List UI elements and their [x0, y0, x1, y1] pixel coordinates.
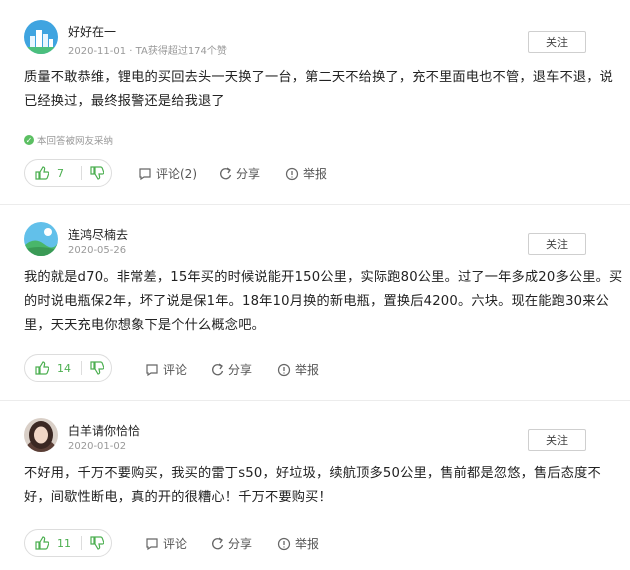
avatar[interactable] — [24, 418, 58, 452]
answer-card: 白羊请你恰恰 2020-01-02 关注 不好用，千万不要购买，我买的雷丁s50… — [0, 0, 630, 570]
vote-group: 11 — [24, 529, 112, 557]
upvote-count: 11 — [57, 536, 71, 550]
comment-icon — [146, 537, 158, 550]
upvote-button[interactable]: 11 — [25, 530, 81, 556]
thumbs-down-icon — [89, 536, 104, 550]
answer-meta: 2020-01-02 — [68, 441, 127, 452]
answer-content: 不好用，千万不要购买，我买的雷丁s50，好垃圾，续航顶多50公里，售前都是忽悠，… — [24, 466, 601, 505]
follow-button[interactable]: 关注 — [528, 429, 586, 451]
share-icon — [212, 536, 224, 549]
downvote-button[interactable] — [82, 530, 111, 556]
share-label: 分享 — [228, 537, 253, 551]
report-label: 举报 — [295, 537, 320, 551]
report-icon — [277, 537, 291, 550]
username[interactable]: 白羊请你恰恰 — [68, 422, 140, 439]
share-button[interactable]: 分享 — [210, 535, 252, 552]
comment-label: 评论 — [163, 537, 188, 551]
comment-button[interactable]: 评论 — [145, 535, 187, 552]
avatar-photo-icon — [24, 418, 58, 452]
report-button[interactable]: 举报 — [277, 535, 319, 552]
thumbs-up-icon — [35, 536, 49, 550]
